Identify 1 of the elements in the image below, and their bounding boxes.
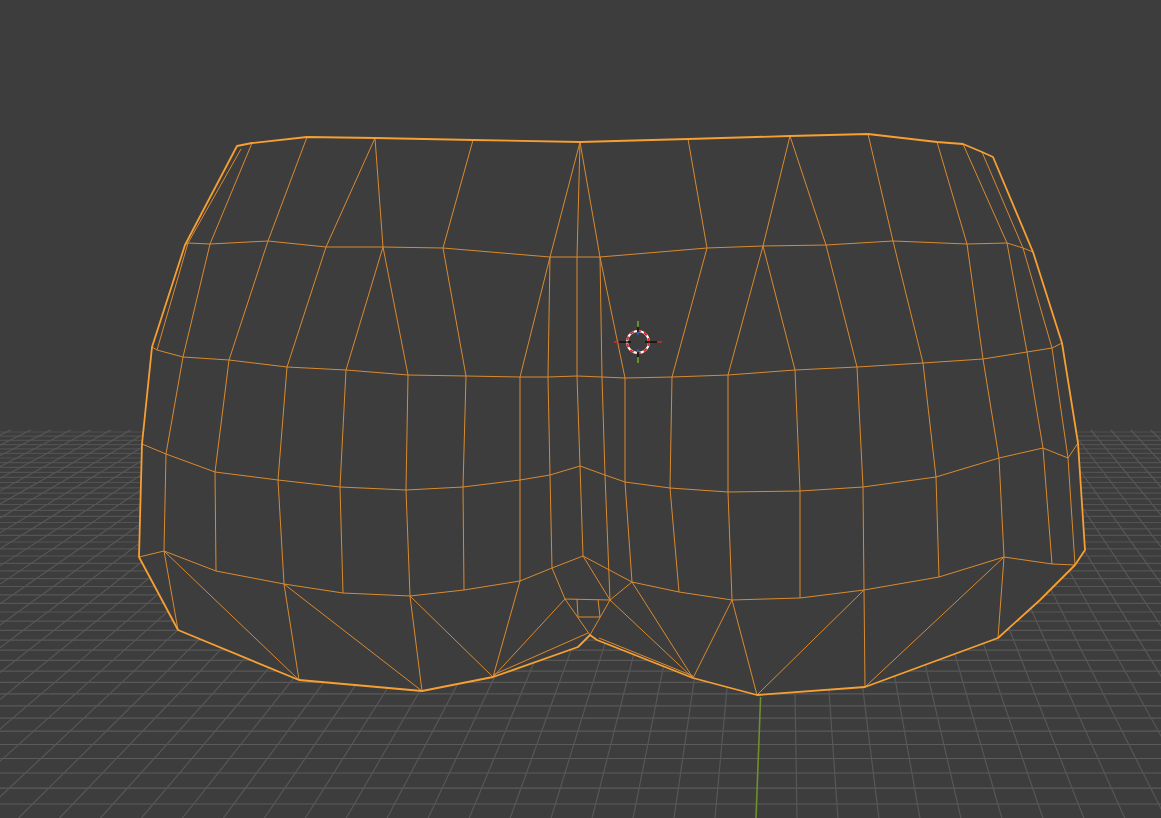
- cursor-crosshair-icon: [613, 320, 663, 364]
